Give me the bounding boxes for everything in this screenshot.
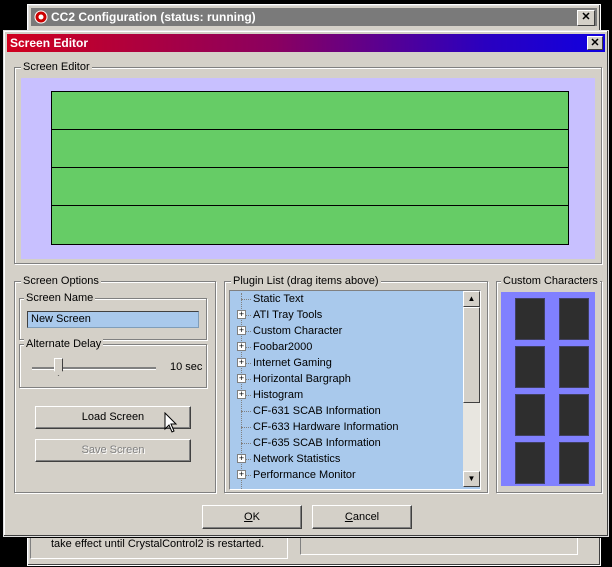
screen-editor-group-label: Screen Editor [21,60,92,74]
screen-options-group: Screen Options Screen Name New Screen Al… [14,274,216,493]
background-window-title: CC2 Configuration (status: running) [51,10,256,24]
dialog-title: Screen Editor [10,36,89,50]
plugin-tree-items: Static Text + ATI Tray Tools + Custom Charac… [230,291,461,489]
custom-characters-area [501,292,595,486]
custom-character-slot[interactable] [515,394,545,436]
expand-plus-icon[interactable]: + [237,342,246,351]
screen-name-label: Screen Name [24,291,96,305]
mouse-cursor-icon [164,412,178,433]
plugin-list-group: Plugin List (drag items above) Static Te… [224,274,488,493]
background-close-button[interactable]: ✕ [577,10,595,26]
expand-plus-icon[interactable]: + [237,374,246,383]
plugin-item-label: ATI Tray Tools [253,309,323,321]
lcd-row-4[interactable] [52,206,568,243]
plugin-item-label: Foobar2000 [253,341,313,353]
plugin-item-label: Performance Monitor [253,469,356,481]
custom-character-slot[interactable] [559,442,589,484]
plugin-item-label: Custom Character [253,325,343,337]
cancel-label: ancel [352,511,380,523]
plugin-item-label: CF-635 SCAB Information [253,437,381,449]
screen-editor-group: Screen Editor [14,60,602,264]
plugin-item-label: CF-633 Hardware Information [253,421,399,433]
expand-plus-icon[interactable]: + [237,470,246,479]
delay-slider-track[interactable] [32,367,156,370]
ok-label: K [252,511,260,523]
plugin-list-label: Plugin List (drag items above) [231,274,381,288]
screen-options-label: Screen Options [21,274,101,288]
ok-mnemonic: O [244,511,253,523]
custom-character-slot[interactable] [515,442,545,484]
custom-characters-label: Custom Characters [501,274,600,288]
cancel-button[interactable]: Cancel [312,505,412,529]
screen-editor-dialog: Screen Editor ✕ Screen Editor Screen Opt… [3,30,609,537]
custom-character-slot[interactable] [559,394,589,436]
plugin-tree[interactable]: Static Text + ATI Tray Tools + Custom Charac… [229,290,481,490]
tree-connector [241,411,251,412]
scroll-up-arrow-icon[interactable]: ▲ [463,291,480,307]
tree-connector [241,299,251,300]
dialog-close-button[interactable]: ✕ [587,36,603,50]
custom-character-slot[interactable] [515,298,545,340]
custom-character-slot[interactable] [559,346,589,388]
lcd-row-1[interactable] [52,92,568,130]
custom-character-slot[interactable] [515,346,545,388]
dialog-titlebar[interactable]: Screen Editor ✕ [7,34,605,52]
background-window-titlebar[interactable]: CC2 Configuration (status: running) ✕ [31,8,597,26]
background-info-text: take effect until CrystalControl2 is res… [51,538,265,550]
expand-plus-icon[interactable]: + [237,358,246,367]
expand-plus-icon[interactable]: + [237,454,246,463]
lcd-row-3[interactable] [52,168,568,206]
lcd-preview[interactable] [51,91,569,245]
delay-slider-thumb[interactable] [54,358,63,376]
plugin-item-label: Network Statistics [253,453,341,465]
alternate-delay-label: Alternate Delay [24,337,104,351]
app-logo-icon [34,10,48,24]
scroll-down-arrow-icon[interactable]: ▼ [463,471,480,487]
cancel-mnemonic: C [344,511,353,523]
lcd-row-2[interactable] [52,130,568,168]
expand-plus-icon[interactable]: + [237,310,246,319]
plugin-item-label: Histogram [253,389,304,401]
plugin-item-label: CF-631 SCAB Information [253,405,381,417]
alternate-delay-value: 10 sec [170,361,203,373]
custom-character-slot[interactable] [559,298,589,340]
tree-connector [241,443,251,444]
expand-plus-icon[interactable]: + [237,390,246,399]
expand-plus-icon[interactable]: + [237,326,246,335]
scroll-thumb[interactable] [463,307,480,403]
lcd-bezel [21,78,595,259]
plugin-item-label: Horizontal Bargraph [253,373,351,385]
screen-name-input[interactable]: New Screen [27,311,199,328]
save-screen-button[interactable]: Save Screen [35,439,191,462]
plugin-item-label: Internet Gaming [253,357,332,369]
custom-characters-group: Custom Characters [496,274,602,493]
ok-button[interactable]: OK [202,505,302,529]
plugin-item-label: Static Text [253,293,304,305]
screen-name-group: Screen Name New Screen [19,291,207,340]
plugin-list-scrollbar[interactable]: ▲ ▼ [463,291,480,487]
tree-connector [241,427,251,428]
alternate-delay-group: Alternate Delay 10 sec [19,337,207,388]
